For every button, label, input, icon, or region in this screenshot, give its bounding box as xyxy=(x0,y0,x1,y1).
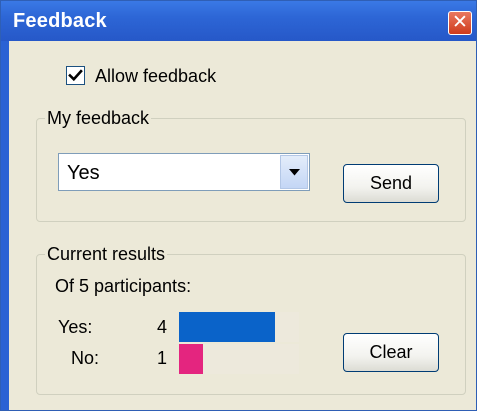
yes-label: Yes: xyxy=(58,317,93,337)
close-button[interactable]: ✕ xyxy=(448,11,472,35)
panel-content: Allow feedback My feedback Yes Send Curr… xyxy=(9,41,476,410)
yes-count: 4 xyxy=(157,317,168,337)
send-button[interactable]: Send xyxy=(343,164,439,203)
clear-button[interactable]: Clear xyxy=(343,333,439,372)
current-results-group: Current results Of 5 participants: Yes: … xyxy=(36,243,466,395)
current-results-group-label: Current results xyxy=(45,243,168,265)
no-bar xyxy=(179,344,203,374)
feedback-select-value: Yes xyxy=(67,162,100,184)
feedback-window: Feedback ✕ Allow feedback My feedback Ye… xyxy=(0,0,477,411)
feedback-select-button[interactable] xyxy=(280,155,308,189)
checkmark-icon xyxy=(68,69,83,82)
allow-feedback-label[interactable]: Allow feedback xyxy=(95,65,216,87)
window-left-border xyxy=(1,41,9,410)
no-count: 1 xyxy=(157,348,168,368)
close-icon: ✕ xyxy=(452,12,468,33)
yes-bar-track xyxy=(179,312,299,342)
my-feedback-group: My feedback Yes Send xyxy=(36,107,466,222)
yes-bar xyxy=(179,312,275,342)
title-bar[interactable]: Feedback ✕ xyxy=(1,1,476,41)
allow-feedback-checkbox[interactable] xyxy=(66,66,85,85)
no-bar-track xyxy=(179,344,299,374)
chevron-down-icon xyxy=(289,169,300,176)
my-feedback-group-label: My feedback xyxy=(45,107,152,129)
participants-summary: Of 5 participants: xyxy=(55,276,192,296)
feedback-select[interactable]: Yes xyxy=(58,153,310,191)
no-label: No: xyxy=(71,348,100,368)
window-title: Feedback xyxy=(13,10,107,32)
